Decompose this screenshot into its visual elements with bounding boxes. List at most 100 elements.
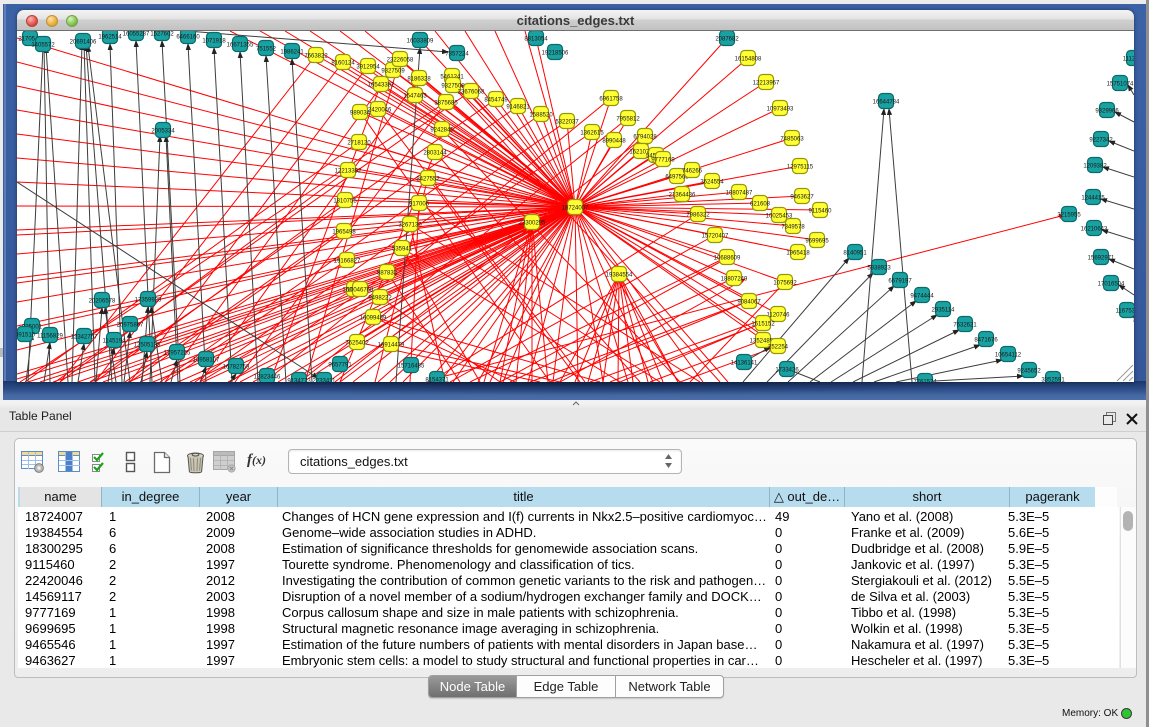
svg-text:16782759: 16782759 bbox=[223, 365, 250, 371]
svg-text:5322037: 5322037 bbox=[555, 120, 579, 126]
svg-text:10958107: 10958107 bbox=[193, 358, 220, 364]
svg-text:1167533: 1167533 bbox=[1116, 309, 1134, 315]
svg-text:1527602: 1527602 bbox=[150, 32, 174, 38]
svg-text:23676068: 23676068 bbox=[458, 90, 485, 96]
svg-text:2087682: 2087682 bbox=[715, 37, 739, 43]
svg-text:9777169: 9777169 bbox=[651, 158, 675, 164]
svg-text:252254: 252254 bbox=[768, 345, 789, 351]
svg-text:2233411: 2233411 bbox=[313, 379, 337, 383]
svg-text:1965418: 1965418 bbox=[786, 251, 810, 257]
svg-text:1588520: 1588520 bbox=[529, 113, 553, 119]
svg-text:2935114: 2935114 bbox=[932, 308, 956, 314]
svg-text:5938923: 5938923 bbox=[867, 266, 891, 272]
svg-text:15720407: 15720407 bbox=[702, 234, 729, 240]
svg-text:7349578: 7349578 bbox=[781, 225, 805, 231]
svg-text:6794028: 6794028 bbox=[633, 135, 657, 141]
svg-text:15751074: 15751074 bbox=[1107, 82, 1134, 88]
svg-text:391510: 391510 bbox=[17, 333, 36, 339]
svg-text:8813054: 8813054 bbox=[524, 37, 548, 43]
svg-text:6961758: 6961758 bbox=[599, 97, 623, 103]
svg-text:1362615: 1362615 bbox=[580, 131, 604, 137]
svg-text:10654112: 10654112 bbox=[995, 353, 1022, 359]
svg-text:3912954: 3912954 bbox=[356, 65, 380, 71]
svg-text:1547463: 1547463 bbox=[403, 94, 427, 100]
svg-text:15692971: 15692971 bbox=[1088, 256, 1115, 262]
svg-text:917006: 917006 bbox=[409, 202, 430, 208]
svg-text:6679197: 6679197 bbox=[888, 279, 912, 285]
svg-text:20975867: 20975867 bbox=[117, 323, 144, 329]
svg-text:17957225: 17957225 bbox=[164, 351, 191, 357]
svg-text:2005334: 2005334 bbox=[151, 129, 175, 135]
svg-text:9134773: 9134773 bbox=[287, 379, 311, 383]
svg-text:23226058: 23226058 bbox=[387, 58, 414, 64]
svg-text:2718120: 2718120 bbox=[347, 141, 371, 147]
svg-text:1244415: 1244415 bbox=[1081, 196, 1105, 202]
svg-text:887833: 887833 bbox=[377, 271, 398, 277]
svg-text:9245652: 9245652 bbox=[1017, 369, 1041, 375]
svg-text:17016504: 17016504 bbox=[1098, 282, 1125, 288]
svg-text:9657791: 9657791 bbox=[328, 363, 352, 369]
svg-text:7625402: 7625402 bbox=[345, 341, 369, 347]
svg-text:16671355: 16671355 bbox=[227, 43, 254, 49]
svg-text:12213382: 12213382 bbox=[335, 169, 362, 175]
svg-text:20206578: 20206578 bbox=[89, 299, 116, 305]
svg-text:10046768: 10046768 bbox=[347, 288, 374, 294]
svg-text:1075692: 1075692 bbox=[773, 281, 797, 287]
svg-text:20691406: 20691406 bbox=[70, 40, 97, 46]
svg-text:10973493: 10973493 bbox=[767, 107, 794, 113]
svg-text:1071918: 1071918 bbox=[202, 39, 226, 45]
svg-text:12213967: 12213967 bbox=[753, 81, 780, 87]
svg-text:7663822: 7663822 bbox=[304, 54, 328, 60]
svg-text:16210643: 16210643 bbox=[1081, 227, 1108, 233]
svg-text:1986241: 1986241 bbox=[280, 50, 304, 56]
svg-text:18807249: 18807249 bbox=[721, 277, 748, 283]
svg-text:7632621: 7632621 bbox=[953, 323, 977, 329]
svg-text:15716485: 15716485 bbox=[398, 364, 425, 370]
svg-text:8154371: 8154371 bbox=[425, 378, 449, 383]
svg-text:11156829: 11156829 bbox=[37, 334, 63, 340]
svg-text:1733426: 1733426 bbox=[775, 368, 799, 374]
svg-text:1965498: 1965498 bbox=[332, 230, 356, 236]
svg-text:9227342: 9227342 bbox=[1089, 138, 1113, 144]
svg-text:7955812: 7955812 bbox=[616, 117, 640, 123]
svg-text:9474444: 9474444 bbox=[910, 294, 934, 300]
svg-text:9329966: 9329966 bbox=[1095, 109, 1119, 115]
svg-text:3267130: 3267130 bbox=[398, 223, 422, 229]
svg-text:3875685: 3875685 bbox=[434, 101, 458, 107]
svg-text:12823446: 12823446 bbox=[254, 375, 281, 381]
svg-text:1405572: 1405572 bbox=[31, 43, 55, 49]
svg-text:17359928: 17359928 bbox=[135, 298, 162, 304]
svg-text:9498222: 9498222 bbox=[368, 296, 392, 302]
svg-text:3215955: 3215955 bbox=[1057, 213, 1081, 219]
svg-text:6466160: 6466160 bbox=[176, 35, 200, 41]
svg-text:16644784: 16644784 bbox=[873, 100, 900, 106]
svg-text:19218506: 19218506 bbox=[542, 51, 569, 57]
svg-text:19384554: 19384554 bbox=[606, 273, 633, 279]
svg-text:1810755: 1810755 bbox=[333, 199, 357, 205]
svg-text:8471676: 8471676 bbox=[974, 338, 998, 344]
svg-text:16055287: 16055287 bbox=[123, 32, 150, 38]
svg-text:10688609: 10688609 bbox=[714, 256, 741, 262]
svg-text:1145194: 1145194 bbox=[103, 339, 127, 345]
svg-text:3352591: 3352591 bbox=[1041, 378, 1065, 383]
svg-text:535941: 535941 bbox=[392, 247, 413, 253]
svg-text:16543382: 16543382 bbox=[368, 83, 395, 89]
svg-text:9699695: 9699695 bbox=[805, 239, 829, 245]
svg-text:8140951: 8140951 bbox=[843, 251, 867, 257]
svg-text:8160124: 8160124 bbox=[331, 61, 355, 67]
svg-text:8427552: 8427552 bbox=[416, 177, 440, 183]
svg-text:2803144: 2803144 bbox=[423, 151, 447, 157]
svg-text:1112446: 1112446 bbox=[1123, 57, 1134, 63]
svg-text:9463627: 9463627 bbox=[790, 195, 814, 201]
svg-text:12975115: 12975115 bbox=[787, 165, 814, 171]
svg-text:1209382: 1209382 bbox=[1083, 164, 1107, 170]
svg-text:989034: 989034 bbox=[350, 111, 371, 117]
svg-text:746266: 746266 bbox=[682, 169, 703, 175]
svg-text:8454749: 8454749 bbox=[484, 98, 508, 104]
svg-text:1962514: 1962514 bbox=[98, 35, 122, 41]
svg-text:621608: 621608 bbox=[750, 202, 771, 208]
svg-text:14136141: 14136141 bbox=[731, 361, 758, 367]
svg-text:7761524: 7761524 bbox=[913, 380, 937, 383]
svg-text:7485063: 7485063 bbox=[780, 137, 804, 143]
svg-text:7357224: 7357224 bbox=[445, 52, 469, 58]
